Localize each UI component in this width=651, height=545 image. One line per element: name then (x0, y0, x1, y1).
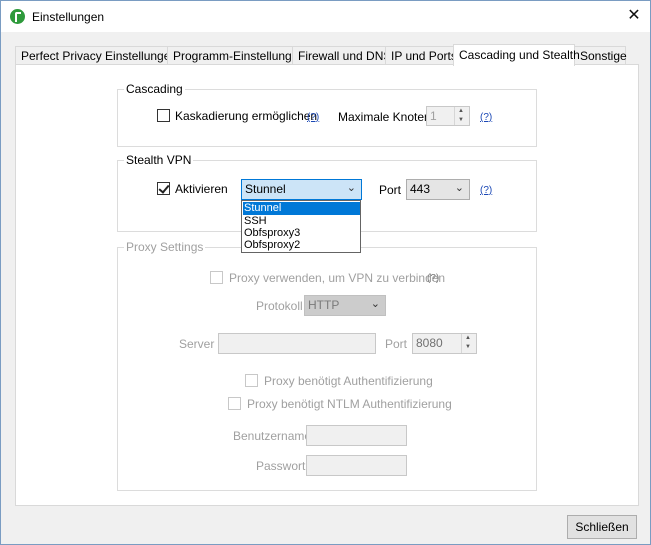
spin-up-icon: ▲ (465, 335, 471, 341)
stealth-activate-checkbox[interactable] (157, 182, 170, 195)
tab-panel: Cascading Kaskadierung ermöglichen (?) M… (15, 64, 639, 506)
spinner-arrows[interactable]: ▲ ▼ (454, 107, 469, 125)
proxy-help-link[interactable]: (?) (427, 273, 439, 284)
app-logo-icon (10, 9, 25, 24)
window-title: Einstellungen (32, 10, 105, 24)
tab-ip-ports[interactable]: IP und Ports (385, 46, 457, 65)
protocol-value: HTTP (308, 298, 340, 312)
title-bar: Einstellungen ✕ (1, 1, 650, 32)
spinner-arrows[interactable]: ▲ ▼ (461, 334, 476, 353)
protocol-label: Protokoll (256, 299, 303, 313)
proxy-port-spinner[interactable]: 8080 ▲ ▼ (412, 333, 477, 354)
max-nodes-label: Maximale Knoten (338, 110, 431, 124)
max-nodes-spinner[interactable]: 1 ▲ ▼ (426, 106, 470, 126)
chevron-down-icon: ⌄ (370, 298, 380, 310)
chevron-down-icon: ⌄ (454, 182, 464, 194)
dropdown-option-obfsproxy2[interactable]: Obfsproxy2 (243, 239, 360, 252)
proxy-auth-label: Proxy benötigt Authentifizierung (264, 374, 433, 388)
tab-sonstige[interactable]: Sonstige (574, 46, 627, 65)
tab-programm[interactable]: Programm-Einstellungen (167, 46, 305, 65)
close-icon[interactable]: ✕ (622, 5, 646, 27)
spin-down-icon: ▼ (458, 117, 464, 123)
stealth-method-value: Stunnel (245, 182, 286, 196)
checkmark-icon (158, 182, 170, 194)
chevron-down-icon: ⌄ (346, 182, 356, 194)
stealth-method-select[interactable]: Stunnel ⌄ (241, 179, 362, 200)
stealth-title: Stealth VPN (124, 153, 194, 167)
proxy-use-checkbox[interactable] (210, 271, 223, 284)
password-label: Passwort (256, 459, 306, 473)
max-nodes-value: 1 (430, 109, 437, 123)
username-label: Benutzername (233, 429, 312, 443)
dropdown-option-stunnel[interactable]: Stunnel (243, 202, 360, 215)
cascading-help-link[interactable]: (?) (307, 112, 319, 123)
max-nodes-help-link[interactable]: (?) (480, 112, 492, 123)
proxy-port-value: 8080 (416, 336, 443, 350)
spin-up-icon: ▲ (458, 108, 464, 114)
proxy-auth-checkbox[interactable] (245, 374, 258, 387)
stealth-port-select[interactable]: 443 ⌄ (406, 179, 470, 200)
stealth-help-link[interactable]: (?) (480, 185, 492, 196)
cascading-enable-checkbox[interactable] (157, 109, 170, 122)
server-label: Server (179, 337, 215, 351)
tab-perfect-privacy[interactable]: Perfect Privacy Einstellungen (15, 46, 177, 65)
spin-down-icon: ▼ (465, 344, 471, 350)
password-input[interactable] (306, 455, 407, 476)
close-button[interactable]: Schließen (567, 515, 637, 539)
proxy-title: Proxy Settings (124, 240, 206, 254)
protocol-select[interactable]: HTTP ⌄ (304, 295, 386, 316)
server-input[interactable] (218, 333, 376, 354)
proxy-use-label: Proxy verwenden, um VPN zu verbinden (229, 271, 446, 285)
cascading-title: Cascading (124, 82, 185, 96)
tab-cascading-stealth[interactable]: Cascading und Stealth (453, 44, 580, 66)
stealth-activate-label: Aktivieren (175, 182, 228, 196)
proxy-ntlm-checkbox[interactable] (228, 397, 241, 410)
username-input[interactable] (306, 425, 407, 446)
settings-window: Einstellungen ✕ Perfect Privacy Einstell… (0, 0, 651, 545)
tab-firewall-dns[interactable]: Firewall und DNS (292, 46, 391, 65)
cascading-enable-label: Kaskadierung ermöglichen (175, 109, 318, 123)
stealth-port-label: Port (379, 183, 402, 197)
stealth-method-dropdown: Stunnel SSH Obfsproxy3 Obfsproxy2 (241, 200, 361, 253)
proxy-port-label: Port (385, 337, 408, 351)
proxy-ntlm-label: Proxy benötigt NTLM Authentifizierung (247, 397, 452, 411)
stealth-port-value: 443 (410, 182, 431, 196)
